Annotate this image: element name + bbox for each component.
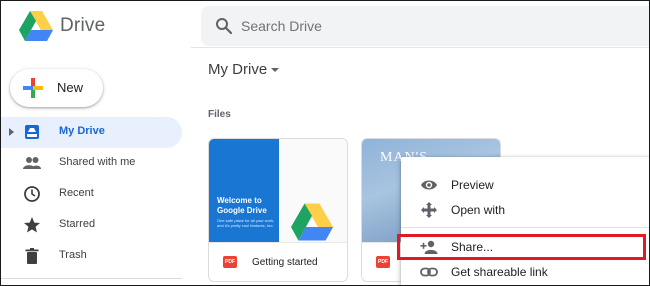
star-icon <box>24 217 40 233</box>
file-card-footer: PDF Getting started <box>209 242 347 281</box>
app-brand: Drive <box>60 15 106 36</box>
drive-window: Drive New My Drive <box>0 0 650 286</box>
highlight-annotation <box>397 234 646 260</box>
header-divider <box>191 47 649 48</box>
context-menu: Preview Open with Share... Get shareable… <box>401 157 649 285</box>
menu-divider <box>401 227 649 228</box>
sidebar-item-label: Recent <box>59 187 94 199</box>
search-bar[interactable] <box>201 6 649 46</box>
file-name: Getting started <box>252 257 318 268</box>
menu-item-label: Open with <box>451 203 506 217</box>
sidebar-item-starred[interactable]: Starred <box>1 210 182 241</box>
menu-item-label: Preview <box>451 178 494 192</box>
pdf-icon: PDF <box>223 256 237 268</box>
file-thumbnail: Welcome to Google Drive One safe place f… <box>209 139 279 242</box>
eye-icon <box>421 180 437 190</box>
menu-item-open-with[interactable]: Open with <box>401 197 649 223</box>
page-title[interactable]: My Drive <box>208 61 267 78</box>
expand-arrow-icon[interactable] <box>9 128 14 136</box>
sidebar-divider <box>1 278 182 279</box>
new-button[interactable]: New <box>10 69 103 107</box>
menu-item-preview[interactable]: Preview <box>401 172 649 198</box>
file-card[interactable]: Welcome to Google Drive One safe place f… <box>208 138 348 282</box>
menu-item-label: Get shareable link <box>451 265 548 279</box>
new-button-label: New <box>57 80 84 95</box>
sidebar-item-label: Trash <box>59 249 87 261</box>
pdf-icon: PDF <box>376 256 390 268</box>
sidebar-nav: My Drive Shared with me Recent Starred T… <box>1 117 182 272</box>
thumbnail-title: Welcome to Google Drive <box>217 196 267 215</box>
menu-item-get-link[interactable]: Get shareable link <box>401 259 649 285</box>
sidebar-item-shared[interactable]: Shared with me <box>1 148 182 179</box>
search-input[interactable] <box>241 6 621 46</box>
people-icon <box>23 157 41 169</box>
sidebar-item-recent[interactable]: Recent <box>1 179 182 210</box>
my-drive-icon <box>25 125 39 139</box>
sidebar-item-label: Starred <box>59 218 96 230</box>
plus-icon <box>23 78 43 98</box>
section-label: Files <box>208 109 231 120</box>
drive-logo-icon <box>291 203 333 241</box>
chevron-down-icon[interactable] <box>271 68 279 72</box>
link-icon <box>420 267 438 277</box>
thumbnail-subtitle: One safe place for all your work, and it… <box>217 218 275 228</box>
sidebar-item-label: Shared with me <box>59 156 136 168</box>
search-icon[interactable] <box>215 17 233 35</box>
sidebar-item-label: My Drive <box>59 125 105 137</box>
move-arrows-icon <box>421 202 437 218</box>
sidebar-item-trash[interactable]: Trash <box>1 241 182 272</box>
drive-logo-icon[interactable] <box>19 11 53 41</box>
sidebar-item-my-drive[interactable]: My Drive <box>1 117 182 148</box>
trash-icon <box>25 248 39 264</box>
clock-icon <box>24 186 40 202</box>
